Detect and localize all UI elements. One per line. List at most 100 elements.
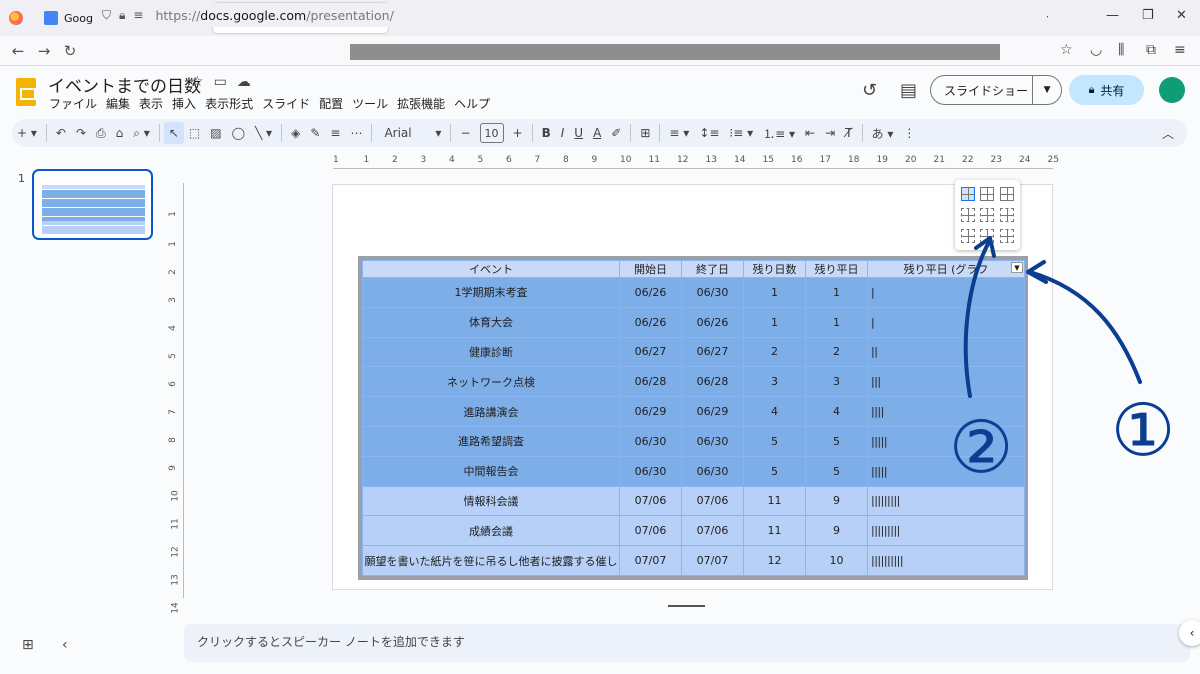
- star-icon[interactable]: ☆: [191, 74, 214, 90]
- table-header-cell[interactable]: イベント: [362, 260, 620, 278]
- avatar[interactable]: [1159, 77, 1185, 103]
- input-tools-icon[interactable]: あ ▾: [867, 122, 899, 144]
- table-cell-start[interactable]: 06/30: [619, 455, 682, 487]
- table-cell-graph[interactable]: ||||||||||: [867, 545, 1025, 576]
- extensions-icon[interactable]: ⧉: [1146, 42, 1156, 58]
- bulleted-list-icon[interactable]: ⁝≡ ▾: [724, 122, 758, 144]
- more-options-icon[interactable]: ⋮: [898, 122, 920, 144]
- table-row[interactable]: 中間報告会 06/30 06/30 5 5 |||||: [362, 455, 1025, 487]
- border-top-icon[interactable]: [961, 208, 976, 222]
- slides-logo-icon[interactable]: [16, 78, 36, 106]
- table-row[interactable]: 願望を書いた紙片を笹に吊るし他者に披露する催し 07/07 07/07 12 10 |||…: [362, 545, 1025, 576]
- table-cell-weekdays[interactable]: 1: [805, 306, 868, 338]
- redo-icon[interactable]: ↷: [71, 122, 91, 144]
- border-vertical-icon[interactable]: [980, 229, 995, 243]
- table-cell-start[interactable]: 07/06: [619, 515, 682, 547]
- restore-icon[interactable]: ❐: [1142, 8, 1154, 23]
- table-cell-end[interactable]: 06/27: [681, 336, 744, 368]
- border-inner-icon[interactable]: [980, 187, 995, 201]
- table-cell-weekdays[interactable]: 5: [805, 455, 868, 487]
- table-cell-start[interactable]: 06/28: [619, 366, 682, 398]
- border-right-icon[interactable]: [999, 229, 1014, 243]
- table-cell-days[interactable]: 5: [743, 455, 806, 487]
- cloud-status-icon[interactable]: ☁: [237, 74, 261, 90]
- table-cell-end[interactable]: 06/26: [681, 306, 744, 338]
- table-cell-graph[interactable]: |||||||||: [867, 485, 1025, 517]
- share-button[interactable]: 🔒︎ 共有: [1069, 75, 1144, 105]
- menu-item[interactable]: 配置: [319, 95, 343, 112]
- table-cell-event[interactable]: 情報科会議: [362, 485, 620, 517]
- table-cell-days[interactable]: 4: [743, 396, 806, 427]
- table-cell-end[interactable]: 06/30: [681, 455, 744, 487]
- table-row[interactable]: 進路希望調査 06/30 06/30 5 5 |||||: [362, 425, 1025, 457]
- table-cell-end[interactable]: 07/06: [681, 515, 744, 547]
- undo-icon[interactable]: ↶: [51, 122, 71, 144]
- table-row[interactable]: 成績会議 07/06 07/06 11 9 |||||||||: [362, 515, 1025, 547]
- table-cell-days[interactable]: 1: [743, 306, 806, 338]
- table-cell-weekdays[interactable]: 4: [805, 396, 868, 427]
- border-color-icon[interactable]: ✎: [305, 122, 325, 144]
- table-cell-event[interactable]: 進路希望調査: [362, 425, 620, 457]
- close-window-icon[interactable]: ✕: [1176, 8, 1187, 23]
- table-cell-weekdays[interactable]: 9: [805, 515, 868, 547]
- table-cell-end[interactable]: 06/29: [681, 396, 744, 427]
- table-cell-weekdays[interactable]: 2: [805, 336, 868, 368]
- table-row[interactable]: 情報科会議 07/06 07/06 11 9 |||||||||: [362, 485, 1025, 517]
- pocket-icon[interactable]: ◡: [1090, 42, 1102, 58]
- notes-resize-handle[interactable]: [668, 605, 705, 607]
- table-cell-weekdays[interactable]: 1: [805, 277, 868, 308]
- insert-link-icon[interactable]: ⊞: [635, 122, 655, 144]
- slideshow-button[interactable]: スライドショー ▼: [930, 75, 1062, 105]
- border-weight-icon[interactable]: ≡: [325, 122, 345, 144]
- comments-icon[interactable]: ▤: [900, 80, 917, 101]
- border-left-icon[interactable]: [961, 229, 976, 243]
- table-row[interactable]: 進路講演会 06/29 06/29 4 4 ||||: [362, 396, 1025, 427]
- clear-formatting-icon[interactable]: T̸: [840, 122, 857, 144]
- speaker-notes[interactable]: クリックするとスピーカー ノートを追加できます: [184, 624, 1190, 662]
- table-cell-weekdays[interactable]: 9: [805, 485, 868, 517]
- menu-item[interactable]: ヘルプ: [454, 95, 490, 112]
- bookmark-star-icon[interactable]: ☆: [1060, 42, 1073, 58]
- table-cell-start[interactable]: 06/27: [619, 336, 682, 368]
- collapse-filmstrip-icon[interactable]: ‹: [62, 637, 68, 653]
- menu-item[interactable]: スライド: [262, 95, 310, 112]
- table-cell-days[interactable]: 11: [743, 485, 806, 517]
- table-cell-end[interactable]: 07/07: [681, 545, 744, 576]
- reload-icon[interactable]: ↻: [57, 42, 83, 60]
- line-spacing-icon[interactable]: ↕≡: [694, 122, 724, 144]
- table-row[interactable]: ネットワーク点検 06/28 06/28 3 3 |||: [362, 366, 1025, 398]
- table-cell-start[interactable]: 06/30: [619, 425, 682, 457]
- table-cell-event[interactable]: 進路講演会: [362, 396, 620, 427]
- table-cell-start[interactable]: 06/26: [619, 306, 682, 338]
- table-cell-event[interactable]: 成績会議: [362, 515, 620, 547]
- horizontal-ruler[interactable]: 1 1 2 3 4 5 6 7 8 9 10 11 12 13 14 15 16 17 18 19 20 21 22 23 24…: [333, 153, 1059, 169]
- table-cell-days[interactable]: 3: [743, 366, 806, 398]
- column-dropdown-icon[interactable]: ▼: [1011, 262, 1023, 273]
- minimize-icon[interactable]: —: [1106, 8, 1119, 23]
- table-cell-event[interactable]: 中間報告会: [362, 455, 620, 487]
- menu-item[interactable]: ファイル: [49, 95, 97, 112]
- table-cell-graph[interactable]: |: [867, 277, 1025, 308]
- table-cell-graph[interactable]: ||: [867, 336, 1025, 368]
- table-header-cell[interactable]: 残り平日: [805, 260, 868, 278]
- table-cell-end[interactable]: 07/06: [681, 485, 744, 517]
- table-selection[interactable]: イベント 開始日 終了日 残り日数 残り平日 残り平日 (グラフ 1学期期末考査 06/26…: [358, 256, 1028, 580]
- align-icon[interactable]: ≡ ▾: [664, 122, 694, 144]
- menu-item[interactable]: 表示: [139, 95, 163, 112]
- table-cell-days[interactable]: 1: [743, 277, 806, 308]
- table-cell-graph[interactable]: |||: [867, 366, 1025, 398]
- table-cell-graph[interactable]: |||||||||: [867, 515, 1025, 547]
- increase-indent-icon[interactable]: ⇥: [820, 122, 840, 144]
- table-row[interactable]: 1学期期末考査 06/26 06/30 1 1 |: [362, 277, 1025, 308]
- underline-icon[interactable]: U: [569, 122, 588, 144]
- table-cell-event[interactable]: 願望を書いた紙片を笹に吊るし他者に披露する催し: [362, 545, 620, 576]
- url-bar[interactable]: ⛉ 🔒︎ ≡ https://docs.google.com/presentat…: [92, 3, 1047, 27]
- table-cell-end[interactable]: 06/28: [681, 366, 744, 398]
- text-box-icon[interactable]: ⬚: [184, 122, 205, 144]
- event-table[interactable]: イベント 開始日 終了日 残り日数 残り平日 残り平日 (グラフ 1学期期末考査 06/26…: [362, 260, 1025, 576]
- menu-item[interactable]: 拡張機能: [397, 95, 445, 112]
- table-header-cell[interactable]: 開始日: [619, 260, 682, 278]
- menu-item[interactable]: ツール: [352, 95, 388, 112]
- bold-icon[interactable]: B: [537, 122, 556, 144]
- table-header-cell[interactable]: 残り平日 (グラフ: [867, 260, 1025, 278]
